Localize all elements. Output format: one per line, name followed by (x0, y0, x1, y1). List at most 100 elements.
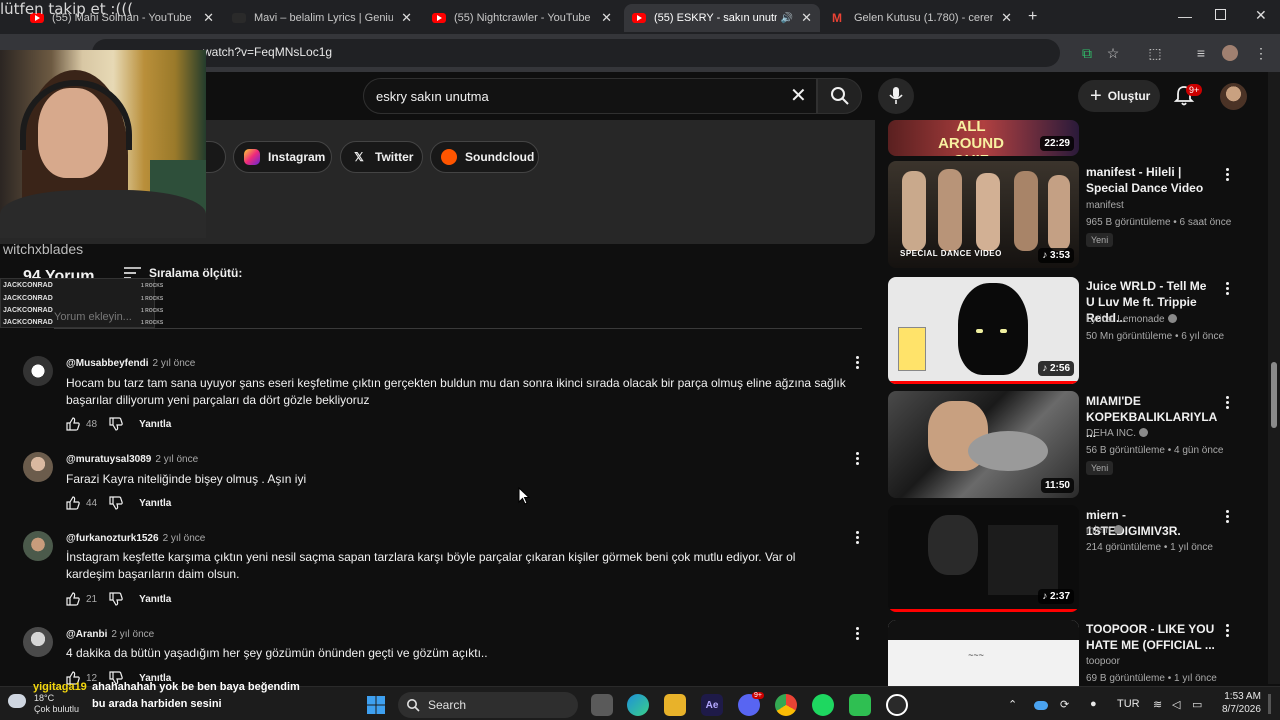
language-indicator[interactable]: TUR (1117, 698, 1140, 710)
reply-button[interactable]: Yanıtla (139, 419, 171, 430)
search-button[interactable] (817, 78, 862, 114)
close-icon[interactable]: ✕ (1001, 10, 1012, 26)
wifi-icon[interactable]: ≋ (1153, 698, 1162, 711)
url-text[interactable]: watch?v=FeqMNsLoc1g (203, 45, 332, 59)
scrollbar-thumb[interactable] (1271, 362, 1277, 428)
comment-menu-icon[interactable] (852, 627, 862, 641)
twitter-link[interactable]: 𝕏 Twitter (340, 141, 423, 173)
comment-text: Hocam bu tarz tam sana uyuyor şans eseri… (66, 376, 846, 407)
video-channel[interactable]: Lyrical Lemonade (1086, 314, 1177, 325)
video-thumbnail[interactable]: ~~~ (888, 620, 1079, 686)
spotify-icon[interactable] (812, 694, 834, 716)
account-avatar[interactable] (1220, 83, 1247, 110)
comment-handle[interactable]: @Aranbi (66, 629, 107, 640)
tab-gmail[interactable]: Gelen Kutusu (1.780) - cerenyorulmaz ✕ (824, 4, 1020, 32)
dislike-icon[interactable] (109, 496, 123, 510)
comment-handle[interactable]: @muratuysal3089 (66, 454, 151, 465)
onedrive-icon[interactable] (1034, 701, 1048, 710)
media-control-icon[interactable]: ≡ (1192, 44, 1210, 62)
video-thumbnail[interactable]: ♪ 2:37 (888, 505, 1079, 612)
dislike-icon[interactable] (109, 417, 123, 431)
voice-search-button[interactable] (878, 78, 914, 114)
sync-icon[interactable]: ⟳ (1060, 698, 1069, 711)
volume-icon[interactable]: ◁ (1172, 698, 1180, 711)
comment-time[interactable]: 2 yıl önce (111, 629, 154, 640)
translate-icon[interactable]: ⧉ (1078, 44, 1096, 62)
video-thumbnail[interactable]: 11:50 (888, 391, 1079, 498)
comment-time[interactable]: 2 yıl önce (153, 358, 196, 369)
system-clock[interactable]: 1:53 AM 8/7/2026 (1222, 690, 1261, 716)
commenter-avatar[interactable] (23, 531, 53, 561)
maximize-button[interactable] (1215, 9, 1226, 20)
video-meta: 56 B görüntüleme • 4 gün önce (1086, 445, 1224, 456)
video-menu-icon[interactable] (1222, 624, 1232, 638)
dislike-icon[interactable] (109, 592, 123, 606)
comment-time[interactable]: 2 yıl önce (163, 533, 206, 544)
media-player-icon[interactable] (886, 694, 908, 716)
reply-button[interactable]: Yanıtla (139, 594, 171, 605)
commenter-avatar[interactable] (23, 452, 53, 482)
video-thumbnail[interactable]: ALL AROUND QUIZ 22:29 (888, 120, 1079, 156)
bookmark-star-icon[interactable]: ☆ (1104, 44, 1122, 62)
comment-header: @Musabbeyfendi 2 yıl önce (66, 358, 195, 369)
video-channel[interactable]: miern (1086, 525, 1124, 536)
video-channel[interactable]: toopoor (1086, 656, 1120, 667)
close-icon[interactable]: ✕ (401, 10, 412, 26)
close-icon[interactable]: ✕ (801, 10, 812, 26)
profile-avatar[interactable] (1222, 45, 1238, 61)
minimize-button[interactable]: — (1178, 8, 1192, 24)
comment-menu-icon[interactable] (852, 356, 862, 370)
video-title[interactable]: manifest - Hileli | Special Dance Video (1086, 164, 1216, 196)
battery-icon[interactable]: ▭ (1192, 698, 1202, 711)
instagram-link[interactable]: Instagram (233, 141, 332, 173)
comment-time[interactable]: 2 yıl önce (155, 454, 198, 465)
create-button[interactable]: + Oluştur (1078, 80, 1160, 112)
comment-menu-icon[interactable] (852, 531, 862, 545)
extensions-icon[interactable]: ⬚ (1146, 44, 1164, 62)
comment-handle[interactable]: @furkanozturk1526 (66, 533, 159, 544)
windows-start-icon[interactable] (366, 695, 386, 715)
video-channel[interactable]: DEHA INC. (1086, 428, 1149, 439)
reply-button[interactable]: Yanıtla (139, 498, 171, 509)
file-explorer-icon[interactable] (664, 694, 686, 716)
commenter-avatar[interactable] (23, 627, 53, 657)
chrome-icon[interactable] (775, 694, 797, 716)
video-thumbnail[interactable]: ♪ 2:56 (888, 277, 1079, 384)
commenter-avatar[interactable] (23, 356, 53, 386)
after-effects-icon[interactable]: Ae (701, 694, 723, 716)
whatsapp-icon[interactable] (849, 694, 871, 716)
video-menu-icon[interactable] (1222, 168, 1232, 182)
close-icon[interactable]: ✕ (601, 10, 612, 26)
video-title[interactable]: TOOPOOR - LIKE YOU HATE ME (OFFICIAL ... (1086, 621, 1216, 653)
video-menu-icon[interactable] (1222, 510, 1232, 524)
new-tab-button[interactable]: + (1028, 8, 1037, 26)
weather-widget[interactable]: 18°C Çok bulutlu (34, 693, 79, 715)
tab-nightcrawler[interactable]: (55) Nightcrawler - YouTube ✕ (424, 4, 620, 32)
tray-overflow-icon[interactable]: ⌃ (1008, 698, 1017, 711)
soundcloud-link[interactable]: Soundcloud (430, 141, 539, 173)
close-icon[interactable]: ✕ (203, 10, 214, 26)
comment-menu-icon[interactable] (852, 452, 862, 466)
clear-search-icon[interactable]: ✕ (790, 86, 807, 106)
browser-menu-icon[interactable]: ⋮ (1252, 44, 1270, 62)
video-channel[interactable]: manifest (1086, 200, 1124, 211)
speaker-icon[interactable]: 🔊 (781, 13, 793, 24)
leaderboard-name: JACKCONRAD (3, 307, 53, 314)
video-menu-icon[interactable] (1222, 396, 1232, 410)
like-icon[interactable] (66, 417, 80, 431)
microphone-tray-icon[interactable]: ● (1090, 698, 1097, 710)
like-icon[interactable] (66, 592, 80, 606)
tab-eskry-active[interactable]: (55) ESKRY - sakın unutma 🔊 ✕ (624, 4, 820, 32)
add-comment-input[interactable]: Yorum ekleyin... (54, 311, 132, 323)
video-thumbnail[interactable]: SPECIAL DANCE VIDEO ♪ 3:53 (888, 161, 1079, 268)
close-window-button[interactable]: ✕ (1255, 7, 1267, 24)
show-desktop-button[interactable] (1268, 694, 1271, 714)
tab-genius-lyrics[interactable]: Mavi – belalim Lyrics | Genius Lyrics ✕ (224, 4, 420, 32)
like-icon[interactable] (66, 496, 80, 510)
taskbar-search-box[interactable]: Search (398, 692, 578, 718)
task-view-icon[interactable] (591, 694, 613, 716)
cloud-icon[interactable] (8, 694, 26, 708)
edge-icon[interactable] (627, 694, 649, 716)
video-menu-icon[interactable] (1222, 282, 1232, 296)
comment-handle[interactable]: @Musabbeyfendi (66, 358, 149, 369)
